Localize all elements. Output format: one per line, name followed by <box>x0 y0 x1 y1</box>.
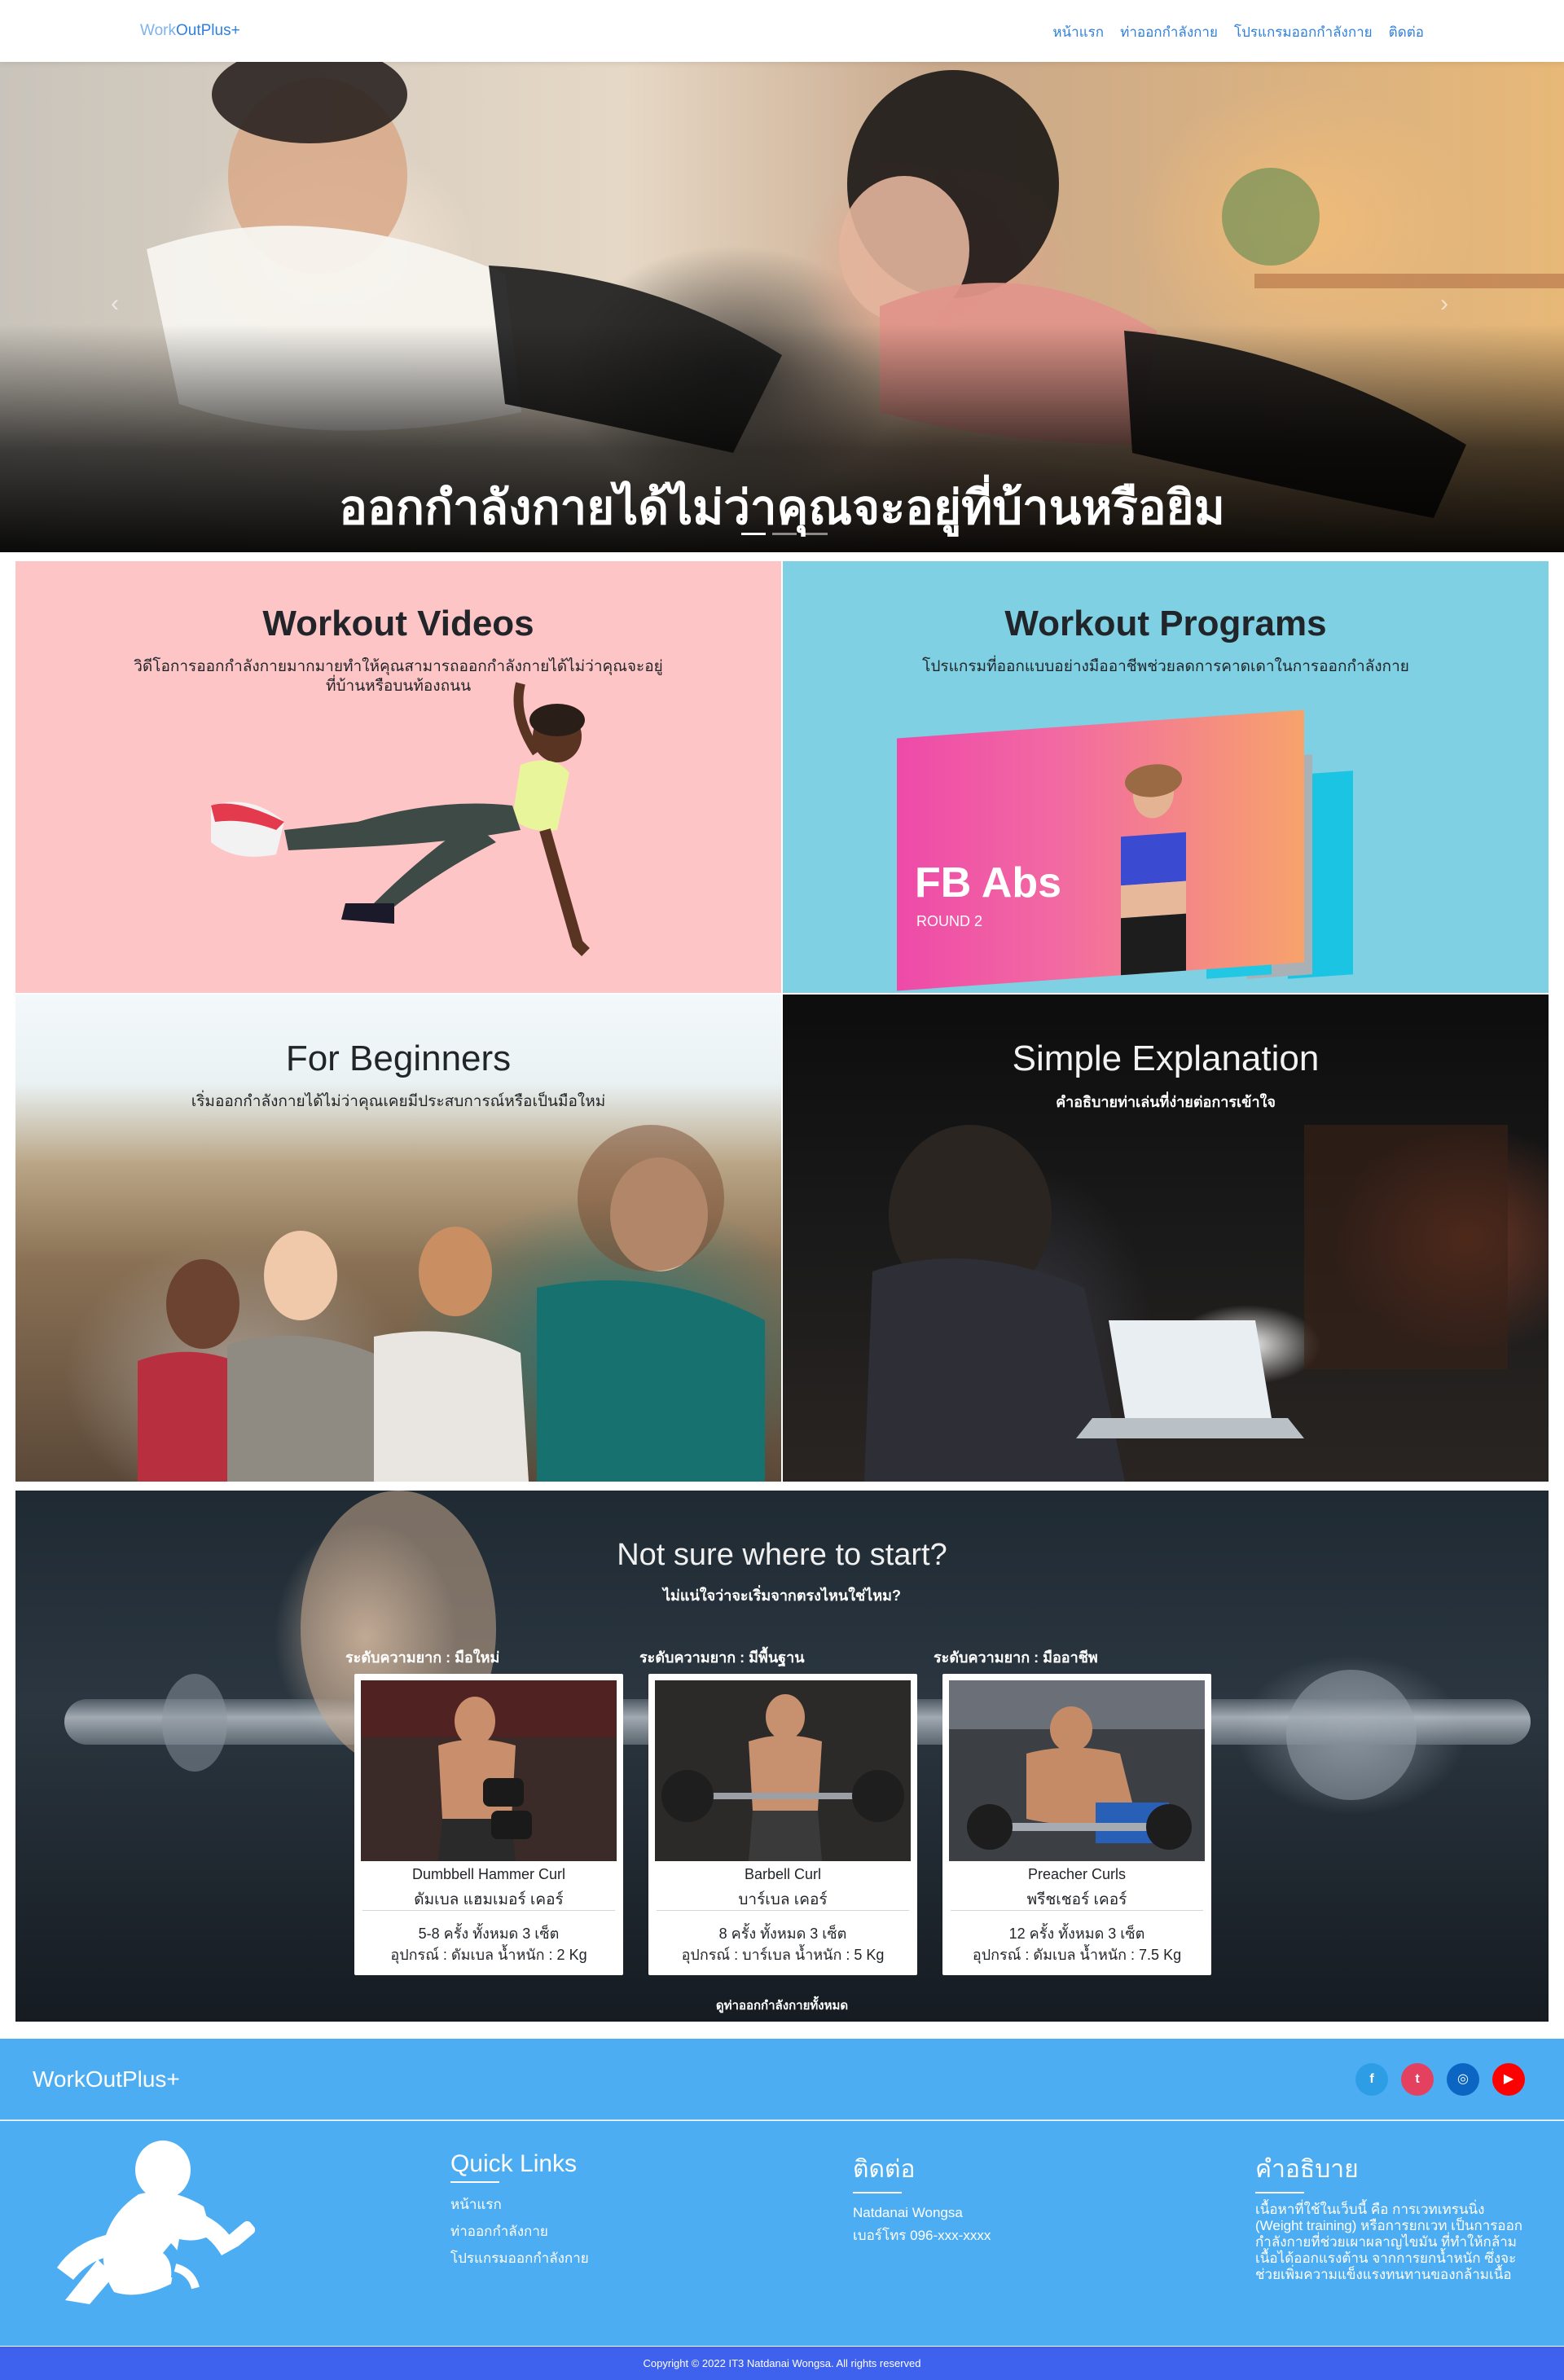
title-underline <box>853 2192 902 2193</box>
exercise-card-barbell-curl[interactable]: Barbell Curl บาร์เบล เคอร์ 8 ครั้ง ทั้งห… <box>648 1674 917 1975</box>
brand-part2: OutPlus+ <box>175 22 240 39</box>
nav-link-contact[interactable]: ติดต่อ <box>1389 21 1424 43</box>
footer-brand[interactable]: WorkOutPlus+ <box>33 2066 180 2092</box>
start-title: Not sure where to start? <box>617 1538 947 1572</box>
exercise-name-en: Barbell Curl <box>744 1866 822 1882</box>
nav-link-exercises[interactable]: ท่าออกกำลังกาย <box>1120 21 1218 43</box>
carousel-indicator-1[interactable] <box>741 533 766 535</box>
exercise-image <box>949 1680 1205 1861</box>
feature-description: โปรแกรมที่ออกแบบอย่างมืออาชีพช่วยลดการคา… <box>922 658 1409 675</box>
about-title: คำอธิบาย <box>1255 2156 1359 2183</box>
bodybuilder-logo-icon <box>57 2141 256 2304</box>
contact-name: Natdanai Wongsa <box>853 2205 963 2220</box>
copyright-bar: Copyright © 2022 IT3 Natdanai Wongsa. Al… <box>0 2347 1564 2380</box>
navbar: WorkOutPlus+ หน้าแรก ท่าออกกำลังกาย โปรแ… <box>0 0 1564 62</box>
exercise-name-en: Preacher Curls <box>1027 1866 1127 1882</box>
exercise-image <box>655 1680 911 1861</box>
exercise-equipment: อุปกรณ์ : บาร์เบล น้ำหนัก : 5 Kg <box>681 1947 885 1963</box>
contact-phone: เบอร์โทร 096-xxx-xxxx <box>853 2228 991 2243</box>
feature-description: คำอธิบายท่าเล่นที่ง่ายต่อการเข้าใจ <box>1056 1094 1276 1110</box>
footer-top-bar: WorkOutPlus+ f t ◎ ▶ <box>0 2039 1564 2120</box>
program-cover-stack: FB Abs ROUND 2 <box>897 709 1467 991</box>
exercise-name-th: พรีชเชอร์ เคอร์ <box>1026 1891 1127 1908</box>
about-text: เนื้อหาที่ใช้ในเว็บนี้ คือ การเวทเทรนนิ่… <box>1255 2202 1523 2282</box>
feature-description: เริ่มออกกำลังกายได้ไม่ว่าคุณเคยมีประสบกา… <box>191 1093 606 1110</box>
divider <box>951 1910 1203 1911</box>
feature-card-workout-videos[interactable]: Workout Videos วิดีโอการออกกำลังกายมากมา… <box>15 561 781 993</box>
exercise-card-dumbbell-hammer-curl[interactable]: Dumbbell Hammer Curl ดัมเบล แฮมเมอร์ เคอ… <box>354 1674 623 1975</box>
carousel-prev-icon[interactable]: ‹ <box>111 290 119 318</box>
see-all-exercises-link[interactable]: ดูท่าออกกำลังกายทั้งหมด <box>15 1996 1549 2015</box>
exercise-level-pro: ระดับความยาก : มืออาชีพ <box>934 1649 1098 1666</box>
title-underline <box>1255 2192 1304 2193</box>
twitter-icon[interactable]: t <box>1401 2063 1434 2096</box>
footer-about: คำอธิบาย เนื้อหาที่ใช้ในเว็บนี้ คือ การเ… <box>1255 2150 1524 2283</box>
feature-card-workout-programs[interactable]: Workout Programs โปรแกรมที่ออกแบบอย่างมื… <box>783 561 1549 993</box>
program-cover-subtitle: ROUND 2 <box>916 913 983 929</box>
feature-card-simple-explanation[interactable]: Simple Explanation คำอธิบายท่าเล่นที่ง่า… <box>783 995 1549 1482</box>
exercise-level-intermediate: ระดับความยาก : มีพื้นฐาน <box>639 1649 805 1666</box>
exercise-reps: 12 ครั้ง ทั้งหมด 3 เซ็ต <box>1008 1926 1145 1942</box>
start-section: Not sure where to start? ไม่แน่ใจว่าจะเร… <box>15 1491 1549 2022</box>
divider <box>657 1910 909 1911</box>
quick-links-title: Quick Links <box>450 2150 578 2177</box>
nav-link-programs[interactable]: โปรแกรมออกกำลังกาย <box>1234 21 1373 43</box>
footer-main: Quick Links หน้าแรก ท่าออกกำลังกาย โปรแก… <box>0 2121 1564 2346</box>
hero-carousel: ‹ › ออกกำลังกายได้ไม่ว่าคุณจะอยู่ที่บ้าน… <box>0 62 1564 552</box>
program-cover-title: FB Abs <box>915 859 1062 907</box>
nav-link-home[interactable]: หน้าแรก <box>1052 21 1104 43</box>
exercise-name-th: ดัมเบล แฮมเมอร์ เคอร์ <box>414 1891 564 1908</box>
page: WorkOutPlus+ หน้าแรก ท่าออกกำลังกาย โปรแ… <box>0 0 1564 2380</box>
brand-part1: Work <box>140 22 176 39</box>
youtube-icon[interactable]: ▶ <box>1492 2063 1525 2096</box>
facebook-icon[interactable]: f <box>1355 2063 1388 2096</box>
exercise-card-preacher-curls[interactable]: Preacher Curls พรีชเชอร์ เคอร์ 12 ครั้ง … <box>942 1674 1211 1975</box>
footer-link-exercises[interactable]: ท่าออกกำลังกาย <box>450 2218 589 2245</box>
feature-title: Simple Explanation <box>1012 1039 1320 1078</box>
divider <box>362 1910 615 1911</box>
carousel-indicator-2[interactable] <box>772 533 797 535</box>
start-subtitle: ไม่แน่ใจว่าจะเริ่มจากตรงไหนใช่ไหม? <box>663 1587 901 1604</box>
feature-card-for-beginners[interactable]: For Beginners เริ่มออกกำลังกายได้ไม่ว่าค… <box>15 995 781 1482</box>
footer-link-programs[interactable]: โปรแกรมออกกำลังกาย <box>450 2245 589 2272</box>
brand-logo[interactable]: WorkOutPlus+ <box>140 22 240 40</box>
exercise-name-th: บาร์เบล เคอร์ <box>738 1891 828 1908</box>
feature-title: For Beginners <box>285 1039 512 1078</box>
exercise-equipment: อุปกรณ์ : ดัมเบล น้ำหนัก : 2 Kg <box>390 1947 587 1963</box>
footer-link-home[interactable]: หน้าแรก <box>450 2191 589 2218</box>
contact-title: ติดต่อ <box>853 2156 916 2183</box>
carousel-next-icon[interactable]: › <box>1440 290 1448 318</box>
nav-links: หน้าแรก ท่าออกกำลังกาย โปรแกรมออกกำลังกา… <box>1052 21 1424 43</box>
title-underline <box>450 2181 499 2183</box>
instagram-icon[interactable]: ◎ <box>1447 2063 1479 2096</box>
footer-contact: ติดต่อ Natdanai Wongsa เบอร์โทร 096-xxx-… <box>853 2150 991 2247</box>
exercise-level-beginner: ระดับความยาก : มือใหม่ <box>345 1649 500 1666</box>
exercise-reps: 8 ครั้ง ทั้งหมด 3 เซ็ต <box>718 1926 847 1942</box>
feature-title: Workout Programs <box>1004 604 1327 643</box>
carousel-indicator-3[interactable] <box>803 533 828 535</box>
exercise-equipment: อุปกรณ์ : ดัมเบล น้ำหนัก : 7.5 Kg <box>972 1947 1182 1963</box>
carousel-indicators <box>741 533 828 535</box>
exercise-name-en: Dumbbell Hammer Curl <box>411 1866 566 1882</box>
footer-quick-links: Quick Links หน้าแรก ท่าออกกำลังกาย โปรแก… <box>450 2150 589 2272</box>
workout-woman-image <box>211 682 590 956</box>
exercise-reps: 5-8 ครั้ง ทั้งหมด 3 เซ็ต <box>418 1926 560 1942</box>
exercise-image <box>361 1680 617 1861</box>
